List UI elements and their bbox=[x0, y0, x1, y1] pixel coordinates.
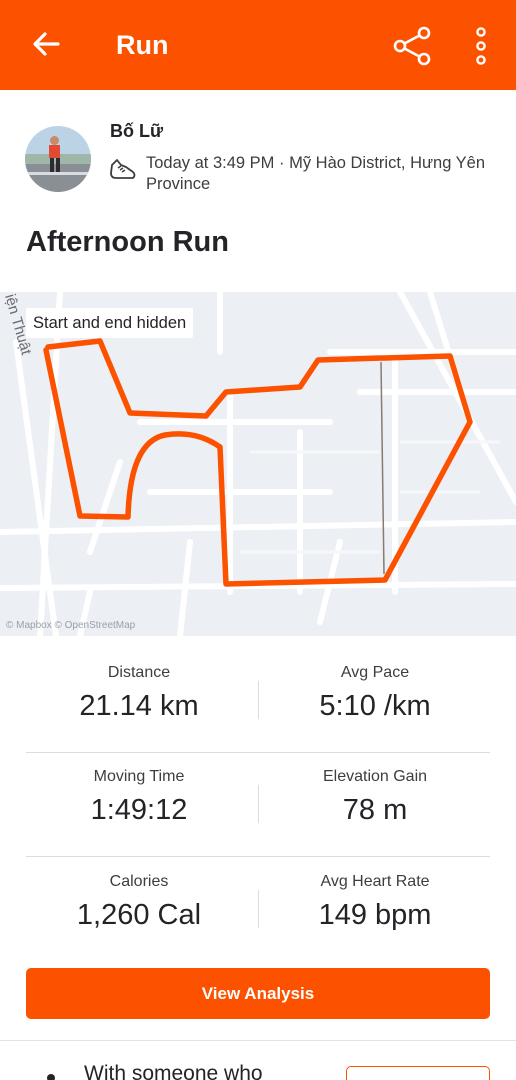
row-divider bbox=[26, 856, 490, 857]
route-map[interactable]: iện Thuật bbox=[0, 292, 516, 636]
share-icon[interactable] bbox=[390, 24, 434, 68]
activity-title: Afternoon Run bbox=[26, 226, 229, 258]
section-divider bbox=[0, 1040, 516, 1041]
stat-label: Moving Time bbox=[93, 768, 185, 785]
stat-label: Calories bbox=[109, 873, 169, 890]
stat-avg-pace: Avg Pace 5:10 /km bbox=[246, 664, 504, 723]
view-analysis-button[interactable]: View Analysis bbox=[26, 968, 490, 1019]
bullet-icon bbox=[47, 1074, 55, 1080]
row-divider bbox=[26, 752, 490, 753]
stat-distance: Distance 21.14 km bbox=[10, 664, 268, 723]
map-attribution[interactable]: © Mapbox © OpenStreetMap bbox=[6, 620, 135, 631]
stat-elevation-gain: Elevation Gain 78 m bbox=[246, 768, 504, 827]
activity-meta: Today at 3:49 PM · Mỹ Hào District, Hưng… bbox=[146, 154, 486, 193]
stat-value: 1:49:12 bbox=[90, 794, 188, 826]
stat-label: Elevation Gain bbox=[322, 768, 428, 785]
privacy-badge: Start and end hidden bbox=[26, 308, 194, 338]
athlete-name[interactable]: Bố Lữ bbox=[110, 121, 163, 142]
route-line bbox=[43, 338, 473, 587]
stat-value: 149 bpm bbox=[318, 899, 432, 931]
avatar[interactable] bbox=[25, 126, 91, 192]
stat-value: 1,260 Cal bbox=[76, 899, 202, 931]
arrow-back-icon[interactable] bbox=[28, 26, 64, 62]
app-bar: Run bbox=[0, 0, 516, 90]
stat-moving-time: Moving Time 1:49:12 bbox=[10, 768, 268, 827]
stat-label: Avg Heart Rate bbox=[320, 873, 430, 890]
stat-calories: Calories 1,260 Cal bbox=[10, 873, 268, 932]
map-streets bbox=[0, 292, 516, 636]
stat-label: Avg Pace bbox=[340, 664, 410, 681]
shoe-icon bbox=[110, 159, 136, 179]
stat-label: Distance bbox=[107, 664, 171, 681]
more-vertical-icon[interactable] bbox=[468, 24, 494, 68]
outline-button[interactable] bbox=[346, 1066, 490, 1080]
stat-avg-heart-rate: Avg Heart Rate 149 bpm bbox=[246, 873, 504, 932]
stat-value: 5:10 /km bbox=[319, 690, 431, 722]
page-title: Run bbox=[116, 30, 169, 60]
stat-value: 21.14 km bbox=[79, 690, 199, 722]
prompt-text: With someone who bbox=[84, 1062, 263, 1080]
stat-value: 78 m bbox=[342, 794, 408, 826]
